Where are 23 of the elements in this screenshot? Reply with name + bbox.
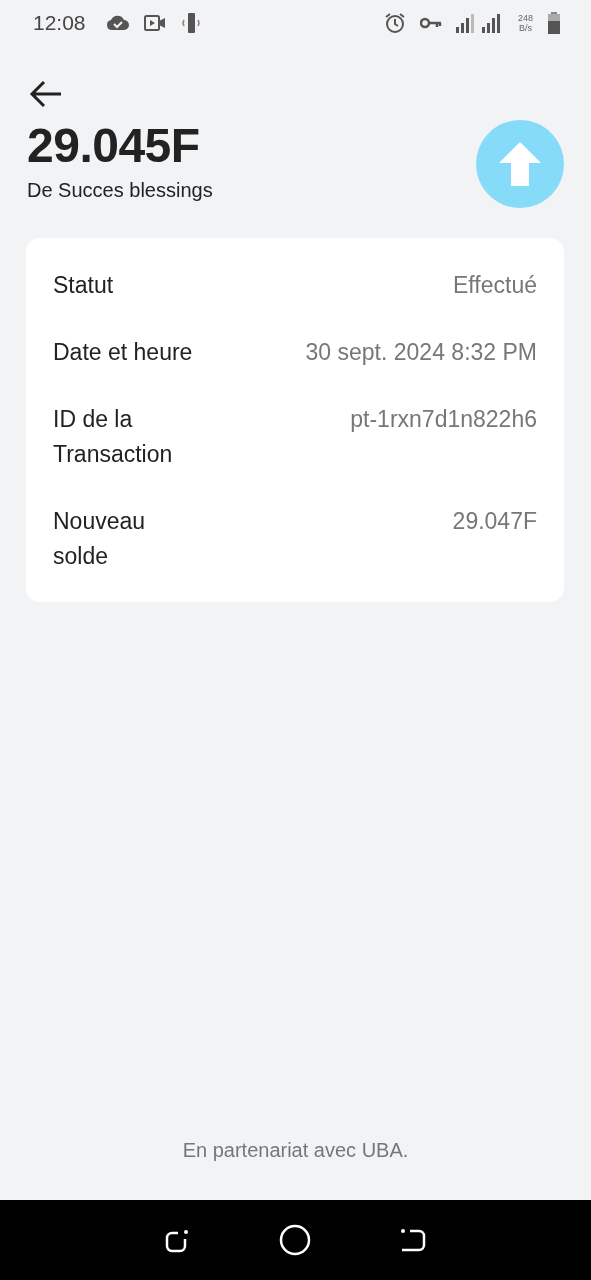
status-time: 12:08: [33, 11, 86, 35]
detail-label: Date et heure: [53, 338, 194, 367]
back-arrow-icon: [29, 80, 63, 108]
home-icon[interactable]: [278, 1223, 313, 1257]
alarm-icon: [383, 12, 406, 34]
counterparty-name: De Succes blessings: [27, 179, 213, 202]
detail-value: Effectué: [453, 271, 537, 300]
detail-value: 29.047F: [452, 507, 537, 536]
key-icon: [419, 17, 442, 29]
detail-value: 30 sept. 2024 8:32 PM: [305, 338, 537, 367]
partner-note: En partenariat avec UBA.: [181, 1139, 410, 1162]
network-speed-unit: B/s: [518, 23, 532, 33]
detail-label: Statut: [53, 271, 115, 300]
network-speed: 248: [517, 13, 533, 23]
detail-label: ID de la Transaction: [53, 405, 174, 469]
detail-value: pt-1rxn7d1n822h6: [350, 405, 537, 434]
transaction-amount: 29.045F: [27, 118, 201, 173]
vibrate-icon: [179, 12, 202, 34]
up-arrow-icon: [499, 142, 541, 186]
video-icon: [143, 15, 166, 31]
detail-label: Nouveau solde: [53, 507, 147, 571]
battery-icon: [547, 12, 561, 34]
cloud-check-icon: [105, 15, 130, 31]
